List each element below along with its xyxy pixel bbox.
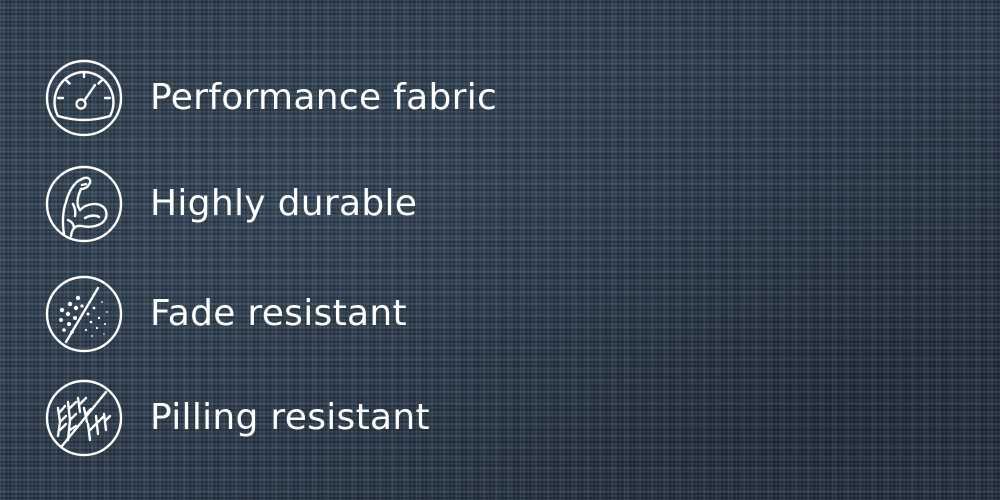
fade-dots-icon: [44, 274, 124, 354]
feature-label: Fade resistant: [150, 293, 407, 334]
feature-label: Highly durable: [150, 183, 418, 224]
speedometer-icon: [44, 58, 124, 138]
feature-label: Pilling resistant: [150, 397, 430, 438]
flexed-arm-icon: [44, 164, 124, 244]
feature-fade-resistant: Fade resistant: [44, 274, 644, 354]
feature-label: Performance fabric: [150, 77, 498, 118]
feature-list: Performance fabric Highly durable Fade r…: [44, 58, 644, 484]
no-pilling-icon: [44, 378, 124, 458]
feature-highly-durable: Highly durable: [44, 164, 644, 244]
feature-pilling-resistant: Pilling resistant: [44, 378, 644, 458]
feature-performance-fabric: Performance fabric: [44, 58, 644, 138]
